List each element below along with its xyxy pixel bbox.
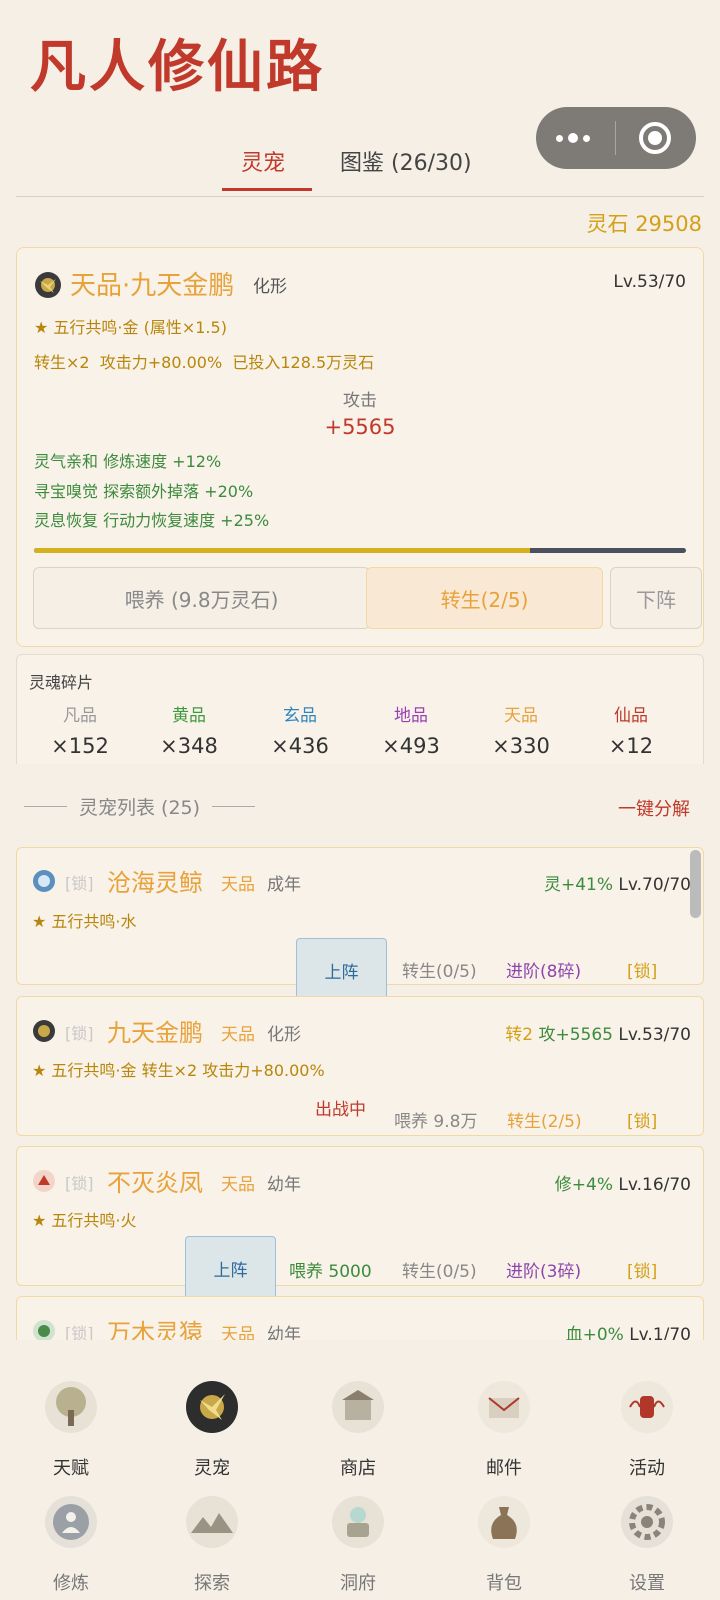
nav-cultivate[interactable]: 修炼 <box>16 1495 126 1595</box>
bottom-nav: 天赋 灵宠 商店 邮件 活动 修炼 探索 洞府 背包 设置 <box>0 1340 720 1600</box>
golden-peng-icon <box>35 272 61 298</box>
active-pet-panel: 天品·九天金鹏 化形 Lv.53/70 ★ 五行共鸣·金 (属性×1.5) 转生… <box>16 247 704 647</box>
pet-resonance: ★ 五行共鸣·水 <box>32 912 137 931</box>
tree-icon <box>45 1381 97 1433</box>
advance-action[interactable]: 进阶(3碎) <box>506 1257 581 1282</box>
shard-grade: 地品 ×493 <box>382 706 440 758</box>
decompose-all-button[interactable]: 一键分解 <box>618 795 690 821</box>
shard-grade: 仙品 ×12 <box>608 706 654 758</box>
soul-shards-panel: 灵魂碎片 凡品 ×152 黄品 ×348 玄品 ×436 地品 ×493 天品 ×330 … <box>16 654 704 764</box>
phoenix-icon <box>33 1170 55 1192</box>
pet-exp-bar <box>34 548 686 553</box>
pet-card[interactable]: [锁] 不灭炎凤 天品 幼年 修+4% Lv.16/70 ★ 五行共鸣·火 上阵… <box>16 1146 704 1300</box>
pet-form: 化形 <box>253 277 287 297</box>
nav-shop[interactable]: 商店 <box>303 1380 413 1480</box>
whale-icon <box>33 870 55 892</box>
pet-quality: 天品 <box>221 875 255 895</box>
rebirth-action[interactable]: 转生(0/5) <box>402 1257 477 1282</box>
spirit-stone-count: 灵石 29508 <box>586 212 702 236</box>
pet-stage: 成年 <box>267 875 301 895</box>
shard-grade: 凡品 ×152 <box>51 706 109 758</box>
app-title: 凡人修仙路 <box>30 34 325 100</box>
pet-stage: 幼年 <box>267 1175 301 1195</box>
advance-action[interactable]: 进阶(8碎) <box>506 957 581 982</box>
rebirth-action[interactable]: 转生(0/5) <box>402 957 477 982</box>
pet-list-header: 灵宠列表 (25) <box>16 793 263 820</box>
shop-icon <box>332 1381 384 1433</box>
pet-bonus-level: 修+4% Lv.16/70 <box>554 1175 691 1195</box>
lock-action[interactable]: [锁] <box>627 1257 657 1282</box>
pet-card[interactable]: [锁] 九天金鹏 天品 化形 转2 攻+5565 Lv.53/70 ★ 五行共鸣… <box>16 996 704 1136</box>
spirit-pet-icon <box>186 1381 238 1433</box>
pet-quality: 天品 <box>221 1025 255 1045</box>
nav-bag[interactable]: 背包 <box>449 1495 559 1595</box>
lock-action[interactable]: [锁] <box>627 957 657 982</box>
more-icon[interactable] <box>556 133 590 143</box>
pet-bonus-level: 灵+41% Lv.70/70 <box>543 875 691 895</box>
mail-icon <box>478 1381 530 1433</box>
tab-indicator <box>222 188 312 191</box>
nav-explore[interactable]: 探索 <box>157 1495 267 1595</box>
deploy-button[interactable]: 上阵 <box>185 1236 276 1300</box>
attack-label: 攻击 <box>343 391 377 411</box>
nav-settings[interactable]: 设置 <box>592 1495 702 1595</box>
attack-value: +5565 <box>324 415 396 439</box>
feed-action[interactable]: 喂养 5000 <box>289 1257 372 1282</box>
deploy-button[interactable]: 上阵 <box>296 938 387 1002</box>
tab-collection[interactable]: 图鉴 (26/30) <box>340 145 472 177</box>
shard-grade: 天品 ×330 <box>492 706 550 758</box>
golden-peng-icon <box>33 1020 55 1042</box>
cave-icon <box>332 1496 384 1548</box>
pet-card[interactable]: [锁] 沧海灵鲸 天品 成年 灵+41% Lv.70/70 ★ 五行共鸣·水 上… <box>16 847 704 1002</box>
pet-stage: 化形 <box>267 1025 301 1045</box>
nav-cave[interactable]: 洞府 <box>303 1495 413 1595</box>
pet-level: Lv.53/70 <box>613 272 686 292</box>
feed-action[interactable]: 喂养 9.8万 <box>394 1107 477 1132</box>
shard-grade: 黄品 ×348 <box>160 706 218 758</box>
lock-tag[interactable]: [锁] <box>65 1020 94 1044</box>
pet-resonance: ★ 五行共鸣·金 (属性×1.5) <box>34 318 227 337</box>
pet-card[interactable]: [锁] 万木灵猿 天品 幼年 血+0% Lv.1/70 <box>16 1296 704 1347</box>
pet-resonance: ★ 五行共鸣·金 转生×2 攻击力+80.00% <box>32 1061 325 1080</box>
shards-title: 灵魂碎片 <box>29 673 94 692</box>
unequip-button[interactable]: 下阵 <box>610 567 702 629</box>
lock-tag[interactable]: [锁] <box>65 870 94 894</box>
shard-grade: 玄品 ×436 <box>271 706 329 758</box>
rebirth-action[interactable]: 转生(2/5) <box>507 1107 582 1132</box>
rebirth-button[interactable]: 转生(2/5) <box>366 567 603 629</box>
pet-name: 沧海灵鲸 <box>107 869 203 897</box>
tab-spirit-pet[interactable]: 灵宠 <box>241 145 285 177</box>
pet-name: 不灭炎凤 <box>107 1169 203 1197</box>
nav-mail[interactable]: 邮件 <box>449 1380 559 1480</box>
lock-action[interactable]: [锁] <box>627 1107 657 1132</box>
settings-icon <box>621 1496 673 1548</box>
explore-icon <box>186 1496 238 1548</box>
lock-tag[interactable]: [锁] <box>65 1170 94 1194</box>
miniprogram-capsule <box>536 107 696 169</box>
close-target-icon[interactable] <box>639 122 671 154</box>
bag-icon <box>478 1496 530 1548</box>
pet-resonance: ★ 五行共鸣·火 <box>32 1211 137 1230</box>
buff-line: 灵气亲和 修炼速度 +12% <box>34 452 222 471</box>
pet-quality: 天品 <box>221 1175 255 1195</box>
nav-talent[interactable]: 天赋 <box>16 1380 126 1480</box>
nav-spirit-pet[interactable]: 灵宠 <box>157 1380 267 1480</box>
event-icon <box>621 1381 673 1433</box>
feed-button[interactable]: 喂养 (9.8万灵石) <box>33 567 370 629</box>
deployed-status: 出战中 <box>315 1100 366 1120</box>
buff-line: 寻宝嗅觉 探索额外掉落 +20% <box>34 482 254 501</box>
list-scrollbar[interactable] <box>690 850 701 918</box>
pet-bonus-level: 转2 攻+5565 Lv.53/70 <box>505 1025 691 1045</box>
buff-line: 灵息恢复 行动力恢复速度 +25% <box>34 511 270 530</box>
pet-name: 天品·九天金鹏 <box>70 271 235 301</box>
pet-name: 九天金鹏 <box>107 1019 203 1047</box>
pet-stats: 转生×2 攻击力+80.00% 已投入128.5万灵石 <box>34 353 375 372</box>
nav-event[interactable]: 活动 <box>592 1380 702 1480</box>
cultivate-icon <box>45 1496 97 1548</box>
